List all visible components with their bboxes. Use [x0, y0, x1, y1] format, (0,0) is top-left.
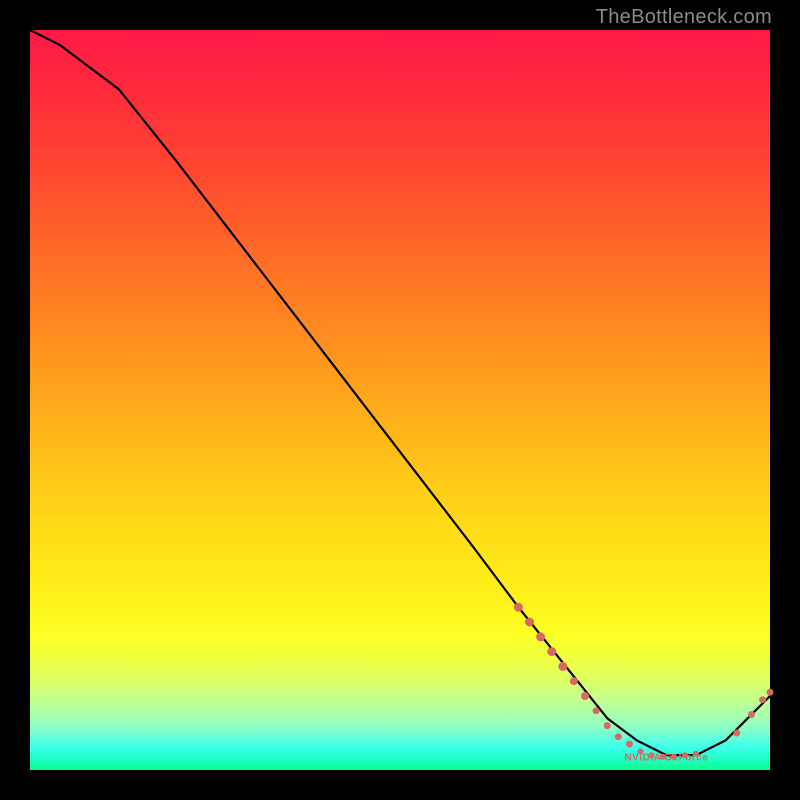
marker-dot	[593, 708, 599, 714]
watermark-text: TheBottleneck.com	[596, 6, 772, 29]
chart-stage: TheBottleneck.com NVIDIA GeForce	[0, 0, 800, 800]
marker-dot	[749, 712, 755, 718]
chart-overlay: NVIDIA GeForce	[30, 30, 770, 770]
marker-dot	[615, 734, 621, 740]
marker-dot	[526, 618, 534, 626]
marker-dot	[767, 689, 773, 695]
bottleneck-curve	[30, 30, 770, 755]
marker-dot	[514, 603, 522, 611]
marker-dot	[760, 697, 766, 703]
trough-label: NVIDIA GeForce	[624, 752, 708, 763]
marker-dot	[559, 662, 567, 670]
marker-dot	[582, 693, 589, 700]
marker-dot	[570, 678, 577, 685]
marker-dot	[604, 723, 610, 729]
marker-dot	[537, 633, 545, 641]
marker-dot	[548, 648, 556, 656]
marker-dot	[626, 741, 632, 747]
marker-dot	[734, 730, 740, 736]
marker-cluster	[514, 603, 773, 759]
